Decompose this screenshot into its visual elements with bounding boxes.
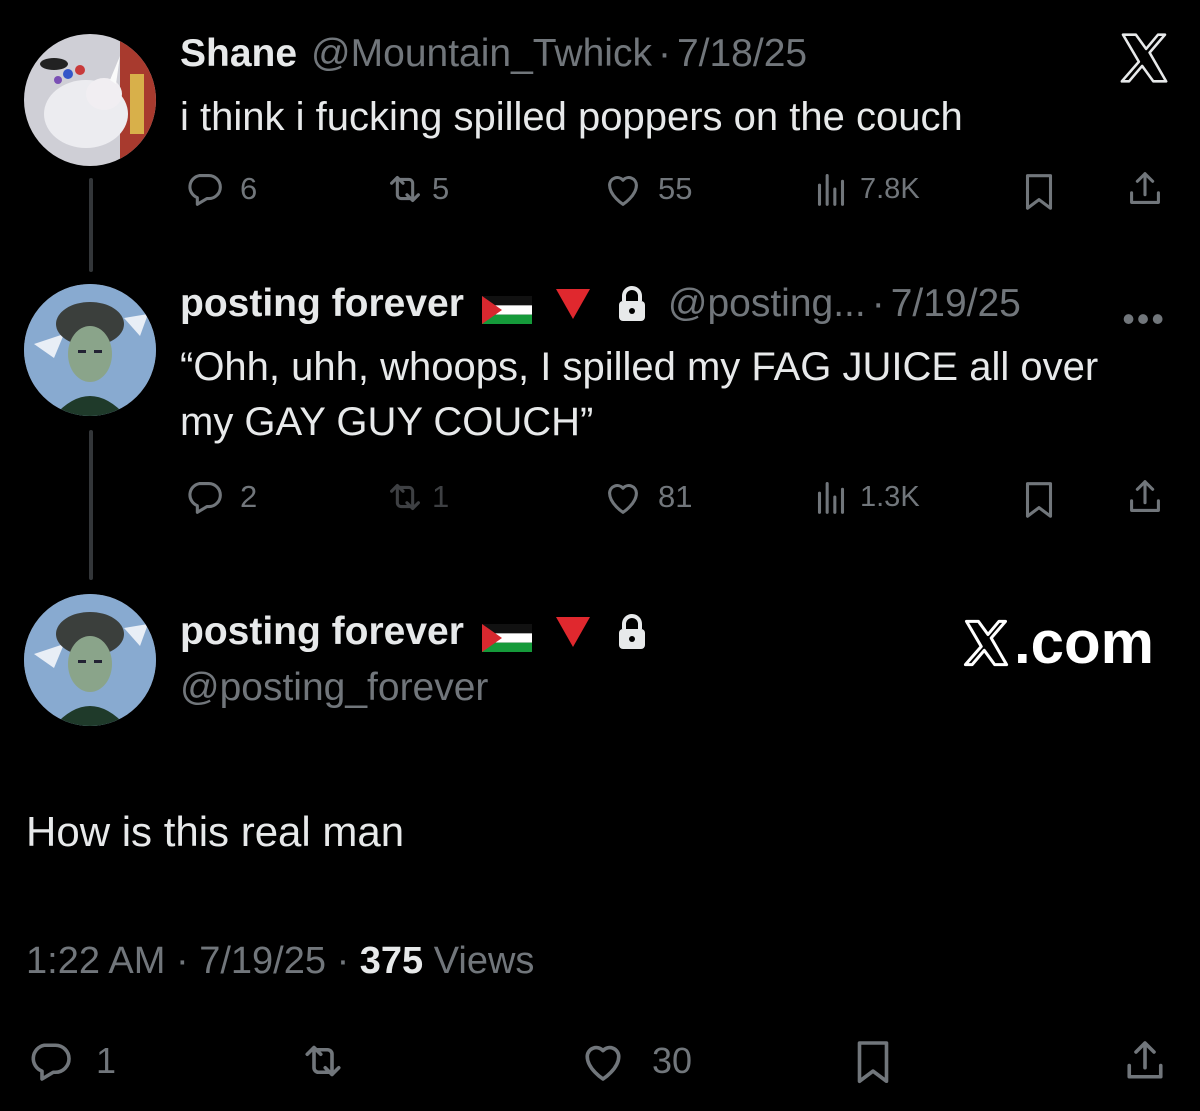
- x-com-watermark: .com: [958, 608, 1154, 677]
- post1-reply-count: 6: [240, 171, 258, 206]
- bookmark-icon: [1025, 482, 1053, 518]
- main-author-name[interactable]: posting forever: [180, 610, 464, 654]
- share-icon: [1127, 1041, 1163, 1079]
- post1-bookmark-button[interactable]: [1016, 168, 1062, 214]
- main-author-handle[interactable]: @posting_forever: [180, 666, 488, 710]
- post1-like-button[interactable]: 55: [600, 166, 692, 212]
- palestine-flag-icon: [481, 618, 532, 652]
- post2-repost-count: 1: [432, 479, 450, 514]
- heart-icon: [585, 1045, 621, 1081]
- share-icon: [1130, 172, 1160, 204]
- views-icon: [817, 482, 845, 514]
- avatar-shane[interactable]: [24, 34, 156, 166]
- main-post-views-count: 375: [359, 940, 424, 982]
- post2-header: posting forever @posting... · 7/19/25: [180, 282, 1021, 326]
- main-share-button[interactable]: [1118, 1034, 1172, 1088]
- post1-author-handle[interactable]: @Mountain_Twhick: [311, 32, 652, 76]
- repost-icon: [305, 1045, 341, 1077]
- main-like-count: 30: [652, 1040, 693, 1081]
- post2-repost-button[interactable]: 1: [382, 474, 449, 520]
- views-icon: [817, 174, 845, 206]
- reply-icon: [188, 174, 222, 206]
- main-reply-count: 1: [96, 1040, 117, 1081]
- post2-text: “Ohh, uhh, whoops, I spilled my FAG JUIC…: [180, 345, 1099, 444]
- post2-view-count: 1.3K: [860, 480, 920, 513]
- post1-text: i think i fucking spilled poppers on the…: [180, 95, 963, 139]
- avatar-posting-forever-main[interactable]: [24, 594, 156, 726]
- separator-dot: ·: [657, 32, 671, 75]
- reply-icon: [188, 482, 222, 514]
- post2-date[interactable]: 7/19/25: [891, 282, 1021, 326]
- heart-icon: [608, 484, 638, 514]
- post2-views-button[interactable]: 1.3K: [808, 474, 920, 520]
- post2-author-handle[interactable]: @posting...: [668, 282, 866, 326]
- post2-bookmark-button[interactable]: [1016, 476, 1062, 522]
- thread-connector-line: [89, 430, 93, 580]
- repost-icon: [390, 175, 420, 203]
- heart-icon: [608, 176, 638, 206]
- x-logo-icon: [963, 619, 1009, 666]
- main-post-meta: 1:22 AM · 7/19/25 · 375 Views: [26, 940, 534, 983]
- separator-dot: ·: [871, 282, 885, 325]
- repost-icon: [390, 483, 420, 511]
- bookmark-icon: [1025, 174, 1053, 210]
- post1-share-button[interactable]: [1122, 166, 1168, 212]
- main-like-button[interactable]: 30: [576, 1034, 692, 1088]
- x-logo-icon: [1120, 33, 1168, 83]
- post2-share-button[interactable]: [1122, 474, 1168, 520]
- post1-views-button[interactable]: 7.8K: [808, 166, 920, 212]
- main-bookmark-button[interactable]: [846, 1034, 900, 1088]
- post1-view-count: 7.8K: [860, 172, 920, 205]
- main-post-text: How is this real man: [26, 808, 405, 855]
- reply-icon: [31, 1043, 71, 1081]
- lock-icon: [614, 284, 650, 324]
- post1-date[interactable]: 7/18/25: [677, 32, 807, 76]
- post1-repost-button[interactable]: 5: [382, 166, 449, 212]
- post1-like-count: 55: [658, 171, 693, 206]
- separator-dot: ·: [336, 940, 360, 982]
- main-reply-button[interactable]: 1: [24, 1034, 116, 1088]
- post2-reply-count: 2: [240, 479, 258, 514]
- post2-author-name[interactable]: posting forever: [180, 282, 464, 326]
- red-triangle-icon: [555, 617, 590, 647]
- post1-header: Shane @Mountain_Twhick · 7/18/25: [180, 32, 807, 76]
- post1-author-name[interactable]: Shane: [180, 32, 297, 76]
- main-post-date[interactable]: 7/19/25: [199, 940, 326, 982]
- palestine-flag-icon: [481, 290, 532, 324]
- thread-connector-line: [89, 178, 93, 272]
- x-com-text: .com: [1013, 609, 1154, 676]
- main-handle-row: @posting_forever: [180, 666, 488, 710]
- separator-dot: ·: [175, 940, 200, 982]
- more-options-icon[interactable]: •••: [1122, 298, 1166, 340]
- post2-like-count: 81: [658, 479, 693, 514]
- main-post-header: posting forever: [180, 610, 650, 654]
- avatar-posting-forever[interactable]: [24, 284, 156, 416]
- share-icon: [1130, 480, 1160, 512]
- post1-reply-button[interactable]: 6: [182, 166, 257, 212]
- post2-reply-button[interactable]: 2: [182, 474, 257, 520]
- main-post-views-label: Views: [433, 940, 535, 982]
- main-post-time[interactable]: 1:22 AM: [26, 940, 165, 982]
- bookmark-icon: [857, 1041, 889, 1084]
- red-triangle-icon: [555, 289, 590, 319]
- post2-like-button[interactable]: 81: [600, 474, 692, 520]
- lock-icon: [614, 612, 650, 652]
- post1-repost-count: 5: [432, 171, 450, 206]
- main-repost-button[interactable]: [296, 1034, 350, 1088]
